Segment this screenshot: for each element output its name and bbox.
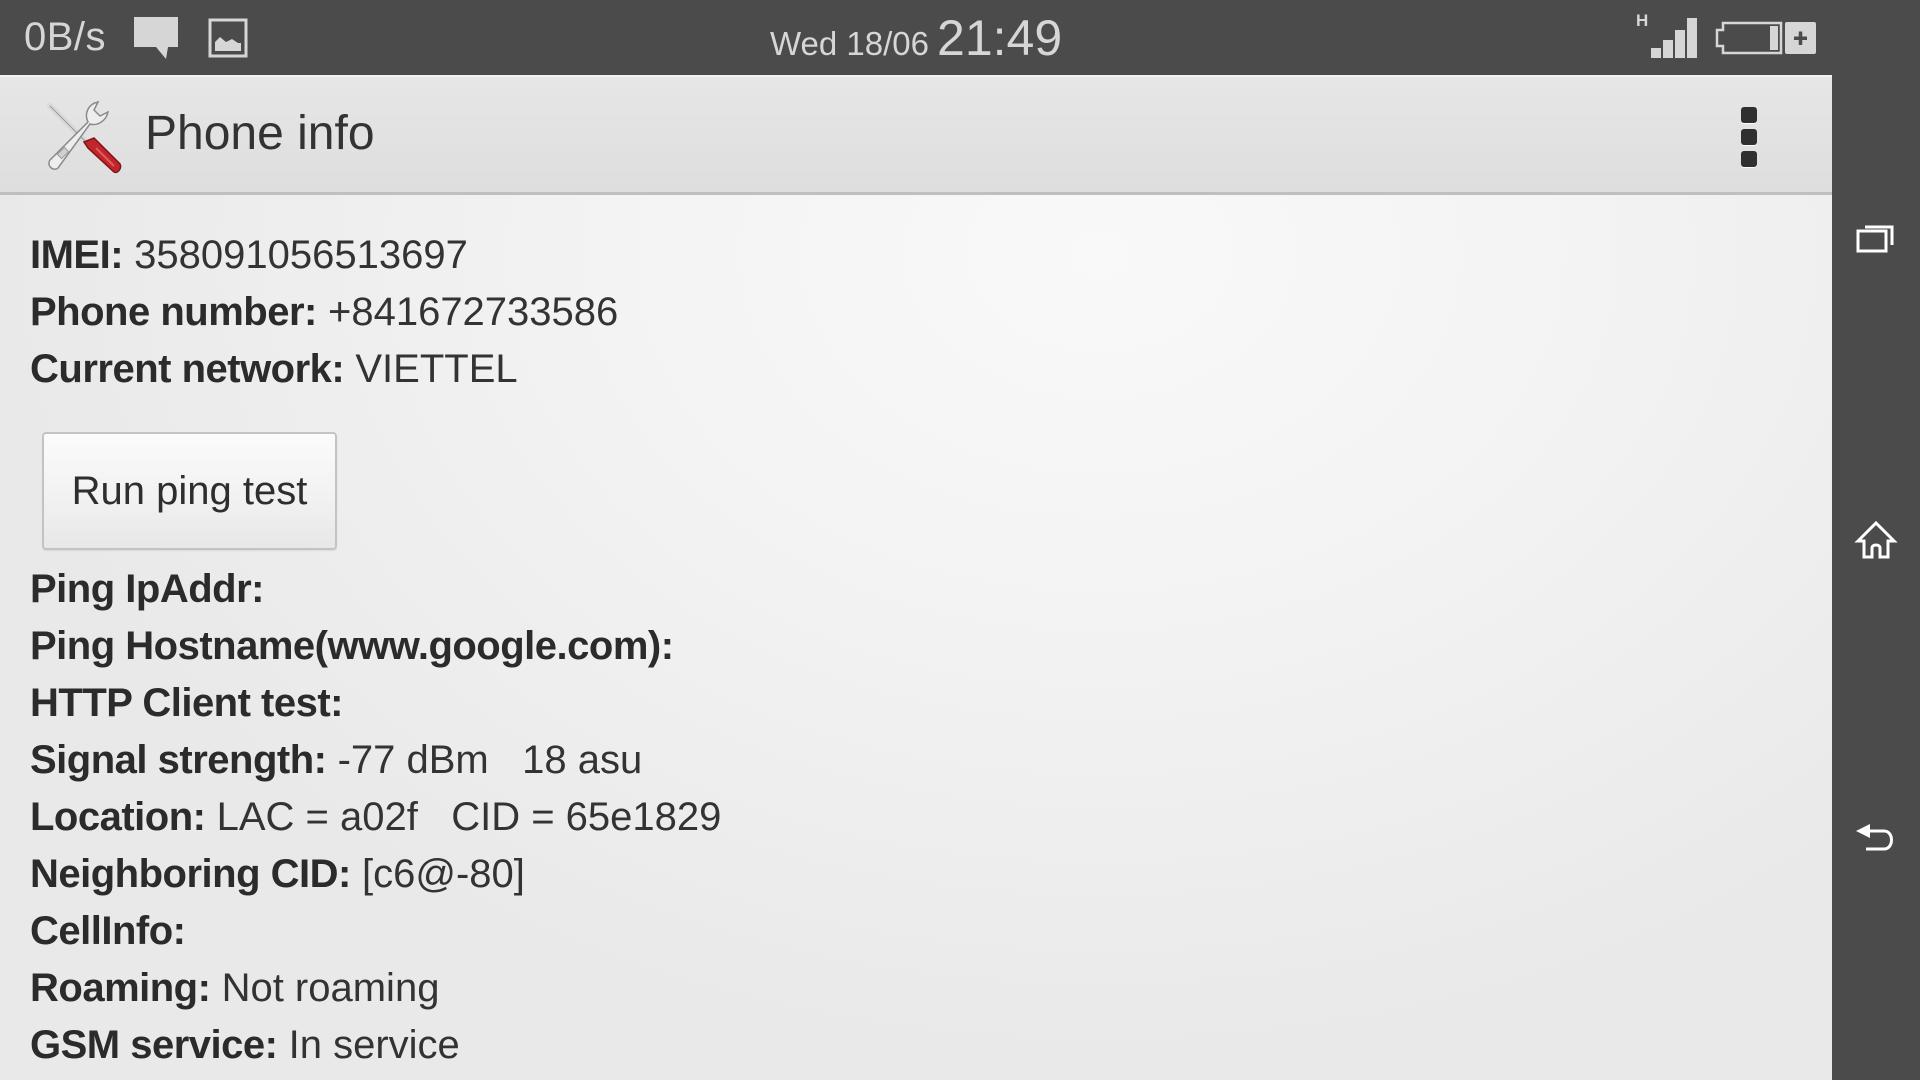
http-client-test-row: HTTP Client test: bbox=[30, 675, 354, 731]
ping-hostname-label: Ping Hostname(www.google.com): bbox=[30, 624, 674, 668]
ping-hostname-row: Ping Hostname(www.google.com): bbox=[30, 618, 685, 674]
phone-number-value: +841672733586 bbox=[327, 290, 619, 334]
tools-icon bbox=[47, 100, 122, 174]
http-client-test-label: HTTP Client test: bbox=[30, 681, 344, 725]
roaming-label: Roaming: bbox=[30, 966, 211, 1010]
run-ping-test-button[interactable]: Run ping test bbox=[42, 432, 337, 550]
data-speed-indicator: 0B/s bbox=[24, 15, 107, 59]
signal-strength-value: -77 dBm 18 asu bbox=[337, 738, 643, 782]
phone-number-row: Phone number: +841672733586 bbox=[30, 284, 618, 340]
action-bar: Phone info bbox=[0, 75, 1832, 195]
signal-strength-row: Signal strength: -77 dBm 18 asu bbox=[30, 732, 642, 788]
status-bar: 0B/s Wed 18/06 21:49 H bbox=[0, 0, 1920, 75]
current-network-label: Current network: bbox=[30, 347, 345, 391]
current-network-row: Current network: VIETTEL bbox=[30, 341, 518, 397]
recent-apps-icon bbox=[1856, 225, 1894, 253]
overflow-menu-icon bbox=[1741, 107, 1757, 123]
overflow-menu-icon-dot bbox=[1741, 129, 1757, 145]
roaming-row: Roaming: Not roaming bbox=[30, 960, 439, 1016]
gsm-service-label: GSM service: bbox=[30, 1023, 278, 1067]
back-icon bbox=[1856, 824, 1893, 851]
status-time: 21:49 bbox=[937, 10, 1063, 66]
battery-charging-icon bbox=[1715, 21, 1816, 55]
cellinfo-row: CellInfo: bbox=[30, 903, 197, 959]
status-date: Wed 18/06 bbox=[770, 25, 930, 62]
ping-ipaddr-row: Ping IpAddr: bbox=[30, 561, 275, 617]
current-network-value: VIETTEL bbox=[355, 347, 518, 391]
roaming-value: Not roaming bbox=[221, 966, 440, 1010]
imei-label: IMEI: bbox=[30, 233, 124, 277]
back-button[interactable] bbox=[1832, 795, 1920, 885]
image-icon bbox=[208, 18, 248, 58]
location-row: Location: LAC = a02f CID = 65e1829 bbox=[30, 789, 721, 845]
gsm-service-row: GSM service: In service bbox=[30, 1017, 460, 1073]
page-title: Phone info bbox=[145, 107, 375, 160]
gsm-service-value: In service bbox=[288, 1023, 460, 1067]
location-label: Location: bbox=[30, 795, 206, 839]
imei-row: IMEI: 358091056513697 bbox=[30, 227, 468, 283]
ping-ipaddr-label: Ping IpAddr: bbox=[30, 567, 264, 611]
overflow-menu-icon-dot bbox=[1741, 151, 1757, 167]
location-value: LAC = a02f CID = 65e1829 bbox=[216, 795, 722, 839]
overflow-menu-button[interactable] bbox=[1730, 99, 1768, 175]
neighboring-cid-label: Neighboring CID: bbox=[30, 852, 351, 896]
network-type-label: H bbox=[1636, 11, 1648, 30]
signal-strength-label: Signal strength: bbox=[30, 738, 327, 782]
imei-value: 358091056513697 bbox=[134, 233, 468, 277]
recent-apps-button[interactable] bbox=[1832, 195, 1920, 285]
home-button[interactable] bbox=[1832, 495, 1920, 585]
cellinfo-label: CellInfo: bbox=[30, 909, 186, 953]
phone-info-content: IMEI: 358091056513697 Phone number: +841… bbox=[0, 195, 1832, 1080]
clock: Wed 18/06 21:49 bbox=[770, 8, 1062, 68]
home-icon bbox=[1854, 520, 1898, 559]
signal-bars-icon: H bbox=[1636, 11, 1697, 58]
navigation-bar bbox=[1832, 75, 1920, 1080]
neighboring-cid-row: Neighboring CID: [c6@-80] bbox=[30, 846, 525, 902]
phone-number-label: Phone number: bbox=[30, 290, 317, 334]
neighboring-cid-value: [c6@-80] bbox=[361, 852, 525, 896]
message-icon bbox=[134, 17, 178, 59]
